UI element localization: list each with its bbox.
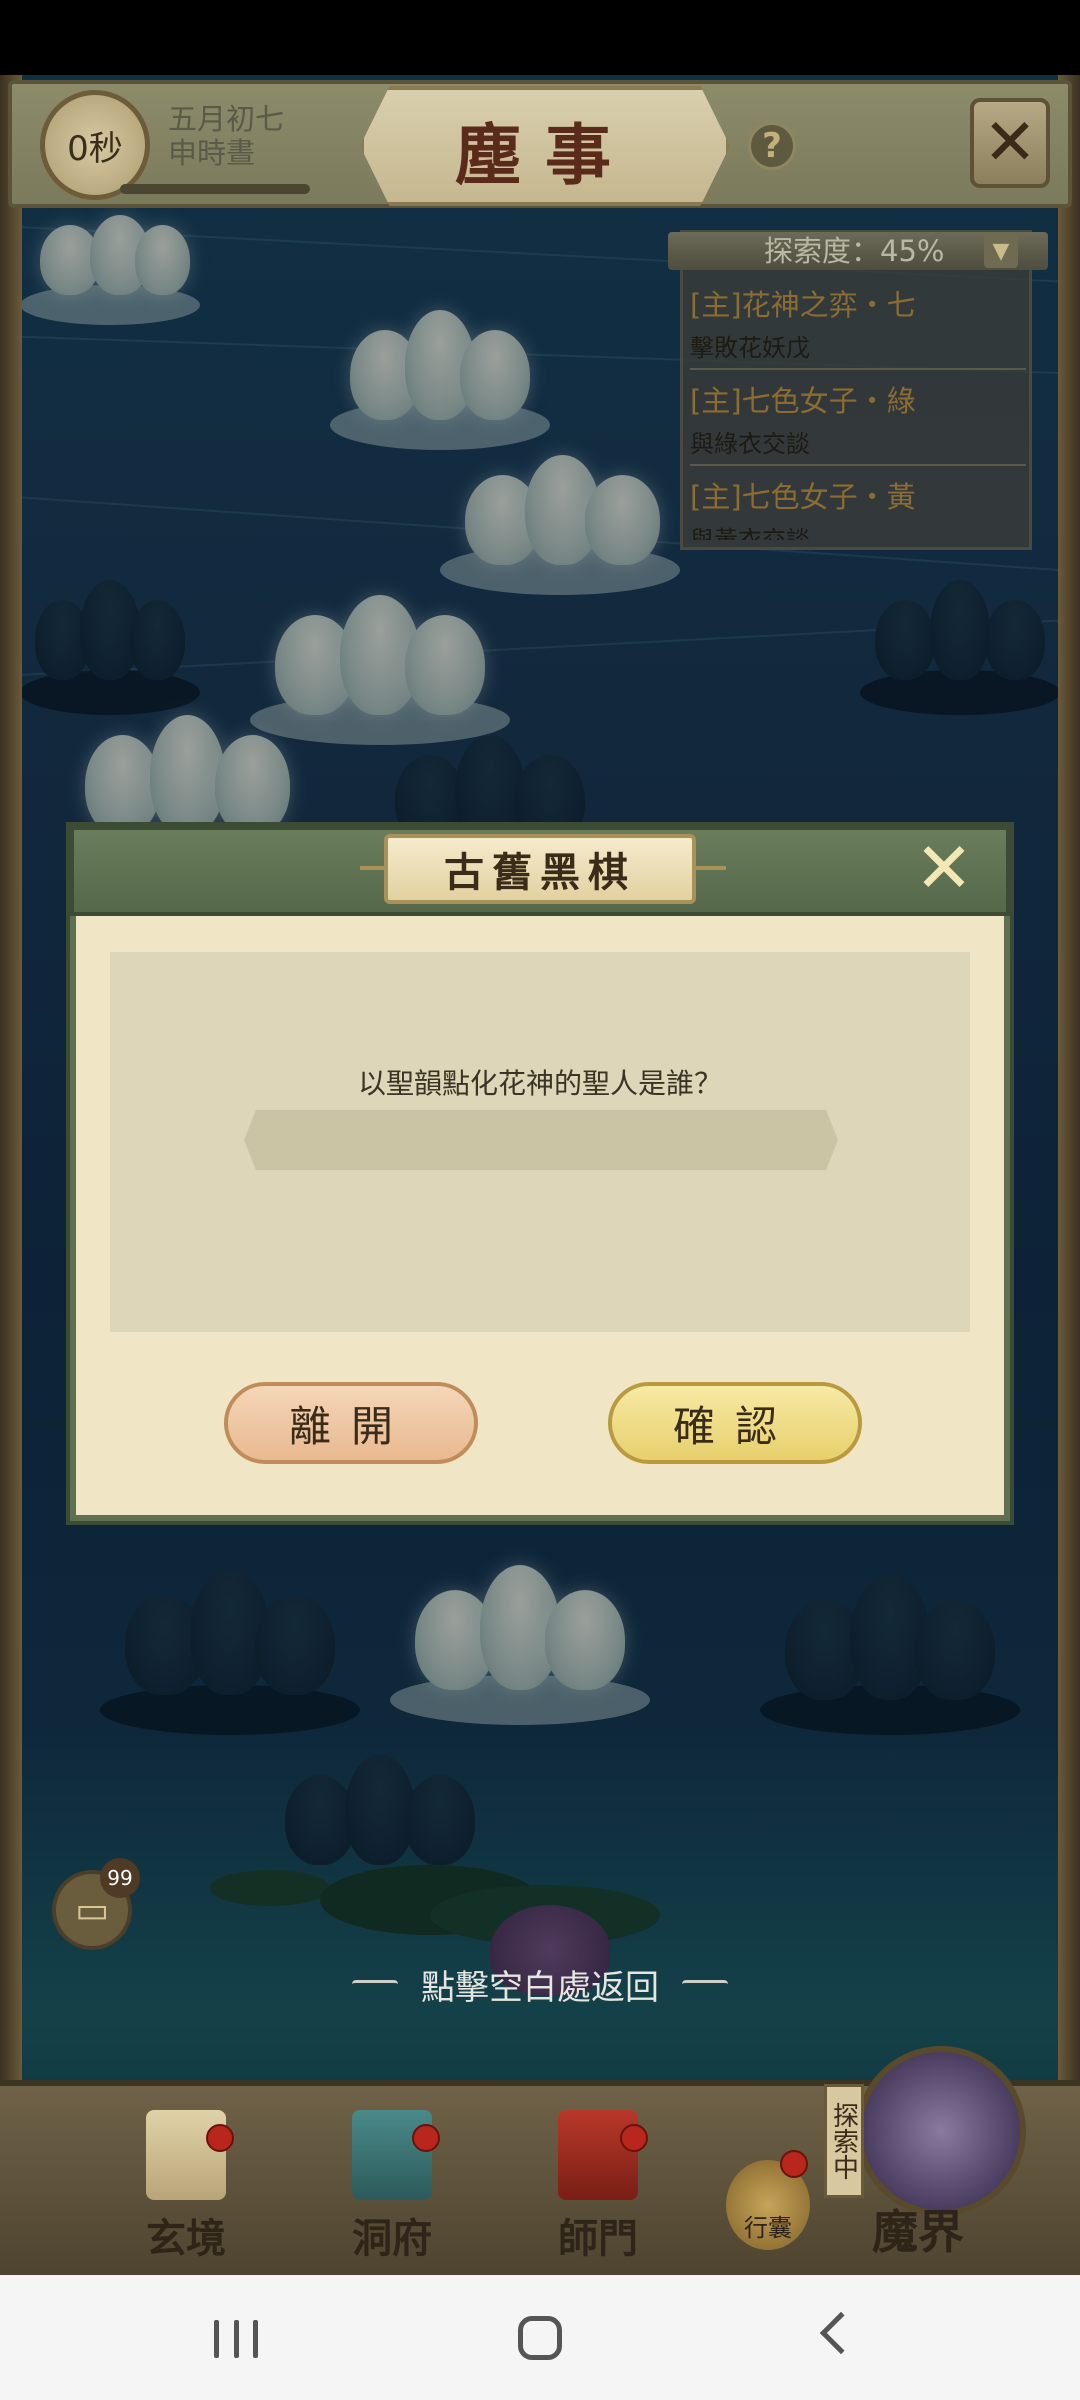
realm-label: 魔界 (872, 2205, 964, 2259)
notification-dot (206, 2124, 234, 2152)
collapse-quests-button[interactable]: ▼ (984, 234, 1018, 268)
quest-title: [主]七色女子・綠 (690, 384, 916, 418)
tap-to-return-hint: 點擊空白處返回 (421, 1968, 659, 2008)
bag-label: 行囊 (744, 2214, 792, 2242)
frame-border (0, 75, 22, 2275)
date-line: 五月初七 (168, 102, 285, 136)
exit-button[interactable]: ✕ (970, 98, 1050, 188)
pavilion-icon (352, 2110, 432, 2200)
quest-title: [主]花神之弈・七 (690, 288, 916, 322)
chevron-down-icon: ▼ (992, 238, 1010, 264)
time-progress-bar (120, 184, 310, 194)
question-text: 以聖韻點化花神的聖人是誰？ (357, 1067, 722, 1100)
quest-objective: 與黃衣交談 (690, 526, 810, 540)
home-icon[interactable] (518, 2316, 562, 2360)
quest-title: [主]七色女子・黃 (690, 480, 916, 514)
dialog-title: 古舊黑棋 (444, 849, 636, 896)
banner-icon (558, 2110, 638, 2200)
time-line: 申時晝 (168, 136, 256, 170)
dialog-close-button[interactable]: ✕ (912, 827, 976, 909)
quest-item[interactable]: [主]七色女子・綠 與綠衣交談 (690, 374, 1026, 466)
notification-dot (412, 2124, 440, 2152)
confirm-button[interactable]: 確認 (608, 1382, 862, 1464)
help-button[interactable]: ? (748, 122, 796, 170)
answer-input[interactable] (244, 1110, 838, 1170)
quest-item[interactable]: [主]七色女子・黃 與黃衣交談 (690, 470, 1026, 540)
close-icon: ✕ (914, 827, 974, 909)
notification-dot (620, 2124, 648, 2152)
nav-label: 洞府 (352, 2215, 432, 2262)
nav-label: 師門 (558, 2215, 638, 2262)
frame-border (1058, 75, 1080, 2275)
nav-dongfu[interactable]: 洞府 (322, 2110, 462, 2270)
dialog-title-plaque: 古舊黑棋 (384, 834, 696, 904)
leave-button[interactable]: 離開 (224, 1382, 478, 1464)
close-icon: ✕ (983, 106, 1037, 180)
realm-button[interactable] (856, 2046, 1026, 2216)
chat-unread-badge: 99 (100, 1858, 140, 1898)
quest-objective: 擊敗花妖戊 (690, 334, 810, 362)
chat-icon: ▭ (74, 1889, 109, 1931)
nav-label: 玄境 (146, 2215, 226, 2262)
notification-dot (780, 2150, 808, 2178)
exploring-tag: 探索中 (824, 2084, 864, 2198)
exploration-progress: 探索度：45% (764, 234, 945, 268)
scroll-icon (146, 2110, 226, 2200)
quest-objective: 與綠衣交談 (690, 430, 810, 458)
game-date: 五月初七 申時晝 (168, 102, 284, 170)
nav-xuanjing[interactable]: 玄境 (116, 2110, 256, 2270)
quest-item[interactable]: [主]花神之弈・七 擊敗花妖戊 (690, 278, 1026, 370)
recent-apps-icon[interactable] (214, 2320, 258, 2360)
hint-decoration (682, 1980, 728, 1988)
page-title: 塵事 (455, 116, 635, 194)
plaque-decoration (696, 866, 726, 870)
status-bar (0, 0, 1080, 75)
